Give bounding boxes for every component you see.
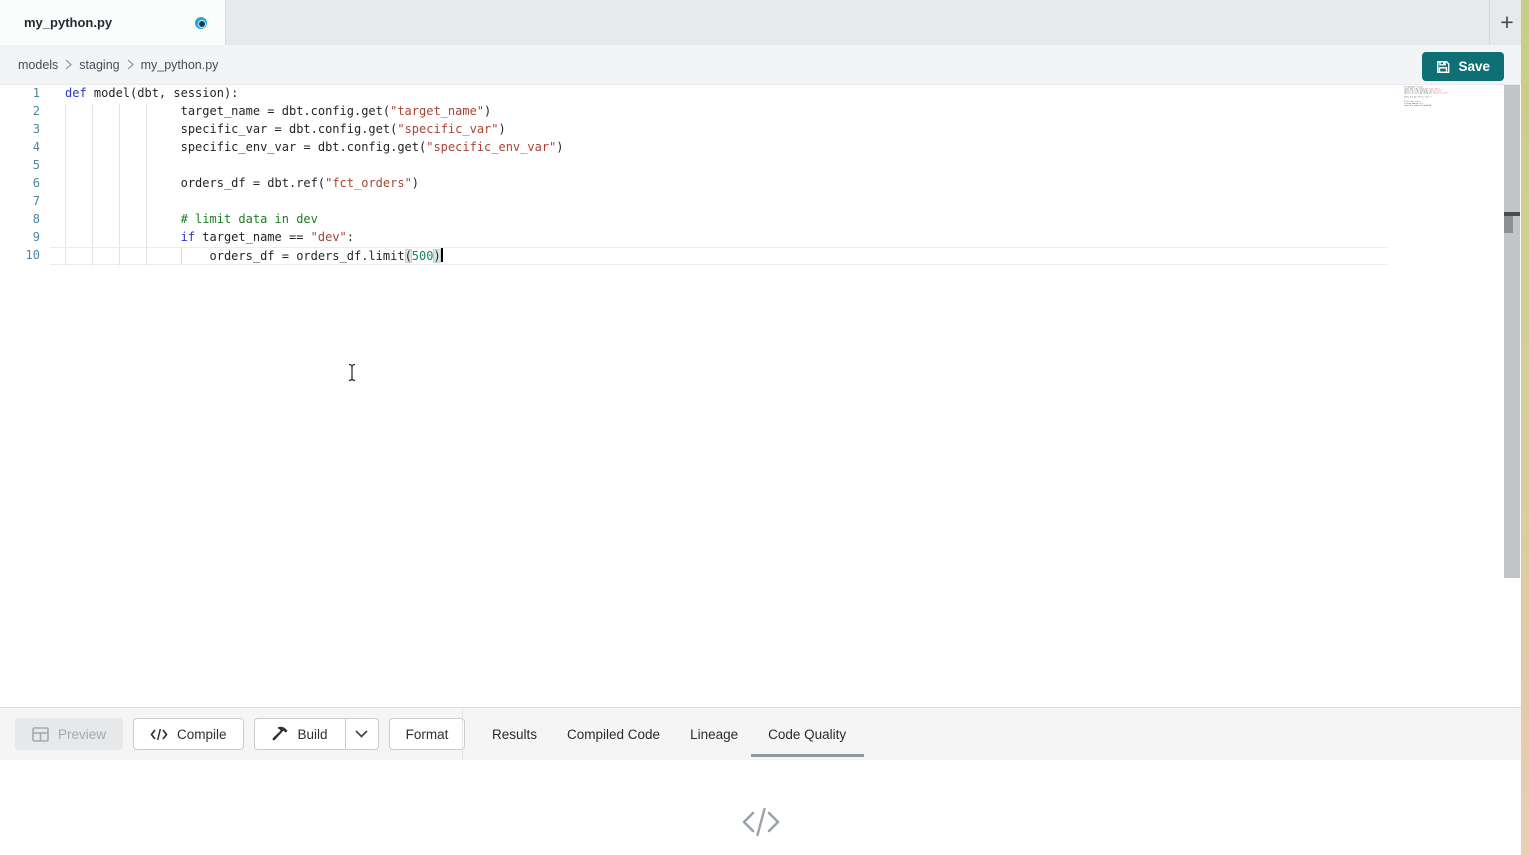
tab-code-quality[interactable]: Code Quality bbox=[768, 708, 846, 761]
chevron-right-icon bbox=[126, 59, 135, 70]
format-button[interactable]: Format bbox=[389, 718, 466, 750]
editor-tab-bar: my_python.py + bbox=[0, 0, 1521, 45]
new-tab-button[interactable]: + bbox=[1494, 6, 1520, 38]
chevron-down-icon bbox=[355, 730, 368, 738]
code-empty-state-icon bbox=[740, 806, 782, 838]
format-label: Format bbox=[406, 727, 449, 742]
desktop-wallpaper-edge bbox=[1521, 0, 1529, 855]
breadcrumb-item-file: my_python.py bbox=[141, 58, 219, 72]
chevron-right-icon bbox=[64, 59, 73, 70]
editor-scrollbar[interactable] bbox=[1504, 85, 1520, 578]
dbt-ide-window: my_python.py + models staging my_python.… bbox=[0, 0, 1529, 855]
preview-button[interactable]: Preview bbox=[15, 718, 123, 750]
code-lines: def model(dbt, session): target_name = d… bbox=[65, 86, 564, 266]
save-button[interactable]: Save bbox=[1422, 52, 1504, 81]
action-toolbar: Preview Compile Build Format bbox=[0, 707, 1521, 760]
table-grid-icon bbox=[32, 727, 49, 742]
panel-tab-list: Results Compiled Code Lineage Code Quali… bbox=[492, 708, 876, 761]
breadcrumb-item-staging[interactable]: staging bbox=[79, 58, 119, 72]
breadcrumb: models staging my_python.py Save bbox=[0, 45, 1521, 85]
build-button[interactable]: Build bbox=[255, 719, 345, 749]
code-icon bbox=[150, 728, 168, 741]
build-options-dropdown[interactable] bbox=[345, 719, 378, 749]
hammer-icon bbox=[272, 726, 289, 742]
tabbar-divider bbox=[1489, 0, 1490, 45]
save-icon bbox=[1436, 60, 1450, 74]
scrollbar-thumb[interactable] bbox=[1504, 216, 1513, 233]
breadcrumb-item-models[interactable]: models bbox=[18, 58, 58, 72]
minimap[interactable]: def model(dbt, session): target_name = d… bbox=[1404, 86, 1500, 196]
toolbar-divider bbox=[462, 708, 463, 761]
panel-content bbox=[0, 760, 1521, 855]
minimap-inner: def model(dbt, session): target_name = d… bbox=[1404, 86, 1491, 107]
preview-label: Preview bbox=[58, 727, 106, 742]
code-editor[interactable]: 12345678910 def model(dbt, session): tar… bbox=[0, 85, 1521, 707]
line-numbers: 12345678910 bbox=[0, 86, 40, 266]
tab-compiled-code[interactable]: Compiled Code bbox=[567, 708, 660, 761]
tab-results[interactable]: Results bbox=[492, 708, 537, 761]
unsaved-indicator-dot bbox=[195, 17, 207, 29]
compile-button[interactable]: Compile bbox=[133, 718, 244, 750]
tab-lineage[interactable]: Lineage bbox=[690, 708, 738, 761]
build-button-group: Build bbox=[254, 718, 379, 750]
build-label: Build bbox=[298, 727, 328, 742]
compile-label: Compile bbox=[177, 727, 227, 742]
tab-my-python[interactable]: my_python.py bbox=[0, 0, 226, 45]
tab-title: my_python.py bbox=[24, 15, 195, 30]
mouse-cursor-ibeam bbox=[346, 363, 358, 382]
save-label: Save bbox=[1458, 59, 1490, 74]
